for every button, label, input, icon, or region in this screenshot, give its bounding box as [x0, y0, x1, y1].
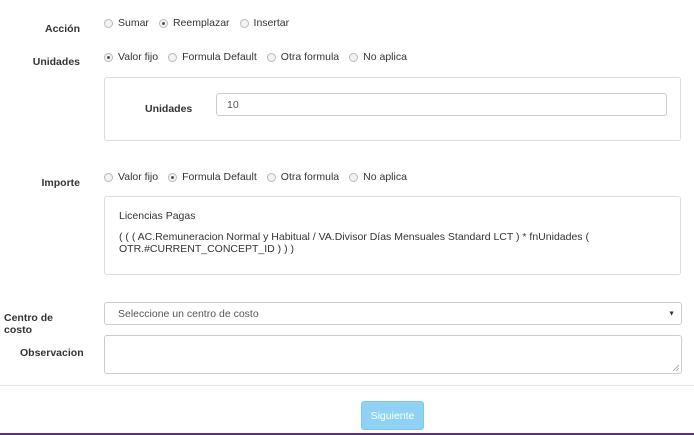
accion-option-reemplazar[interactable]: Reemplazar [158, 17, 230, 29]
radio-reemplazar[interactable] [158, 18, 168, 28]
importe-formula-panel: Licencias Pagas ( ( ( AC.Remuneracion No… [104, 196, 681, 275]
radio-label-unidades-otra-formula: Otra formula [280, 51, 340, 63]
radio-unidades-otra-formula[interactable] [266, 52, 276, 62]
unidades-option-formula-default[interactable]: Formula Default [168, 51, 257, 63]
radio-label-insertar: Insertar [253, 17, 290, 29]
radio-label-unidades-no-aplica: No aplica [363, 51, 407, 63]
unidades-label: Unidades [32, 56, 80, 68]
radio-unidades-no-aplica[interactable] [349, 52, 359, 62]
radio-label-importe-valor-fijo: Valor fijo [118, 171, 159, 183]
unidades-option-valor-fijo[interactable]: Valor fijo [104, 51, 158, 63]
importe-option-formula-default[interactable]: Formula Default [168, 171, 257, 183]
formula-line-2: OTR.#CURRENT_CONCEPT_ID ) ) ) [119, 243, 295, 255]
importe-option-otra-formula[interactable]: Otra formula [266, 171, 340, 183]
radio-label-importe-formula-default: Formula Default [182, 171, 257, 183]
footer-divider [0, 385, 694, 386]
radio-label-importe-no-aplica: No aplica [363, 171, 407, 183]
importe-radio-group: Valor fijo Formula Default Otra formula … [104, 170, 417, 184]
radio-label-unidades-valor-fijo: Valor fijo [118, 51, 159, 63]
accion-radio-group: Sumar Reemplazar Insertar [104, 16, 299, 30]
radio-label-reemplazar: Reemplazar [172, 17, 230, 29]
unidades-option-no-aplica[interactable]: No aplica [349, 51, 407, 63]
resize-grip-icon[interactable] [672, 364, 680, 372]
radio-importe-otra-formula[interactable] [266, 172, 276, 182]
radio-unidades-valor-fijo[interactable] [104, 52, 113, 62]
unidades-option-otra-formula[interactable]: Otra formula [266, 51, 340, 63]
centro-costo-placeholder: Seleccione un centro de costo [118, 307, 259, 320]
radio-importe-formula-default[interactable] [168, 172, 178, 182]
unidades-panel: Unidades 10 [104, 77, 681, 141]
siguiente-button[interactable]: Siguiente [361, 401, 424, 430]
observacion-textarea[interactable] [104, 335, 682, 374]
formula-line-1: ( ( ( AC.Remuneracion Normal y Habitual … [119, 231, 589, 243]
chevron-down-icon: ▼ [668, 310, 675, 317]
centro-costo-label: Centro de costo [4, 312, 54, 336]
radio-unidades-formula-default[interactable] [168, 52, 178, 62]
observacion-label: Observacion [20, 347, 84, 359]
accion-option-sumar[interactable]: Sumar [104, 17, 149, 29]
radio-importe-valor-fijo[interactable] [104, 172, 113, 182]
radio-importe-no-aplica[interactable] [349, 172, 359, 182]
radio-sumar[interactable] [104, 18, 113, 28]
importe-option-valor-fijo[interactable]: Valor fijo [104, 171, 158, 183]
radio-label-sumar: Sumar [118, 17, 149, 29]
centro-costo-select[interactable]: Seleccione un centro de costo ▼ [104, 302, 682, 325]
importe-option-no-aplica[interactable]: No aplica [349, 171, 407, 183]
radio-label-importe-otra-formula: Otra formula [280, 171, 340, 183]
formula-title: Licencias Pagas [119, 210, 196, 222]
unidades-input[interactable]: 10 [216, 93, 667, 116]
accion-option-insertar[interactable]: Insertar [239, 17, 290, 29]
accion-label: Acción [44, 23, 80, 35]
radio-insertar[interactable] [239, 18, 249, 28]
unidades-field-label: Unidades [145, 103, 193, 115]
importe-label: Importe [41, 177, 80, 189]
unidades-radio-group: Valor fijo Formula Default Otra formula … [104, 50, 417, 64]
radio-label-unidades-formula-default: Formula Default [182, 51, 257, 63]
